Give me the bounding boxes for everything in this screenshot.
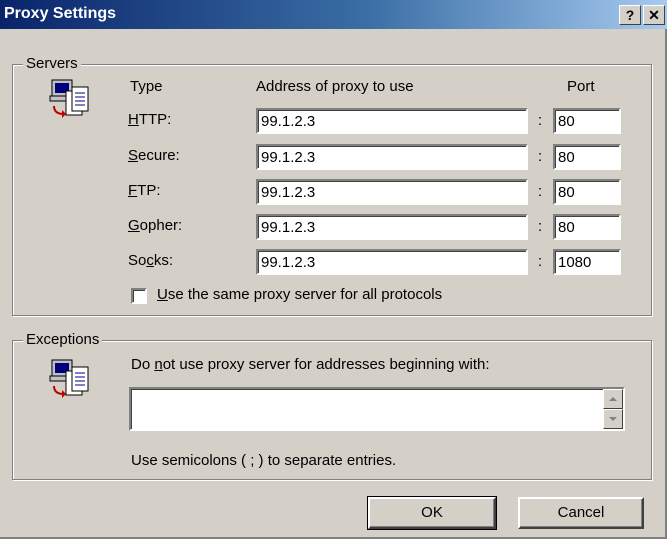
secure-port-input[interactable]: 80 [553,144,621,170]
same-proxy-label[interactable]: Use the same proxy server for all protoc… [157,286,442,303]
socks-label: Socks: [128,252,174,269]
ftp-label: FTP: [128,182,161,199]
http-port-input[interactable]: 80 [553,108,621,134]
socks-port-input[interactable]: 1080 [553,249,621,275]
http-address-input[interactable]: 99.1.2.3 [256,108,528,134]
network-computer-icon [49,79,89,118]
network-computer-icon [49,359,89,398]
close-button[interactable]: ✕ [643,5,665,25]
help-button[interactable]: ? [619,5,641,25]
secure-address-input[interactable]: 99.1.2.3 [256,144,528,170]
column-port: Port [567,78,595,95]
title-bar[interactable]: Proxy Settings ? ✕ [0,0,667,29]
gopher-address-input[interactable]: 99.1.2.3 [256,214,528,240]
http-label: HTTP: [128,111,172,128]
http-colon: : [538,112,543,129]
exceptions-input[interactable] [129,387,625,431]
arrow-up-icon [609,397,617,401]
scroll-up-button[interactable] [603,389,623,409]
ftp-port-input[interactable]: 80 [553,179,621,205]
column-address: Address of proxy to use [256,78,414,95]
window-title: Proxy Settings [4,5,117,22]
socks-colon: : [538,253,543,270]
arrow-down-icon [609,417,617,421]
ftp-address-input[interactable]: 99.1.2.3 [256,179,528,205]
gopher-port-input[interactable]: 80 [553,214,621,240]
secure-label: Secure: [128,147,180,164]
servers-legend: Servers [23,55,81,72]
proxy-settings-dialog: Proxy Settings ? ✕ Servers Type Address … [0,0,667,539]
ftp-colon: : [538,183,543,200]
gopher-label: Gopher: [128,217,183,234]
cancel-button[interactable]: Cancel [518,497,644,529]
gopher-colon: : [538,218,543,235]
exceptions-legend: Exceptions [23,331,103,348]
secure-colon: : [538,148,543,165]
socks-address-input[interactable]: 99.1.2.3 [256,249,528,275]
same-proxy-checkbox[interactable] [131,288,147,304]
column-type: Type [130,78,163,95]
ok-button[interactable]: OK [367,496,497,530]
exceptions-description: Do not use proxy server for addresses be… [131,356,490,373]
exceptions-scrollbar[interactable] [603,389,623,429]
scroll-down-button[interactable] [603,409,623,429]
exceptions-hint: Use semicolons ( ; ) to separate entries… [131,452,397,469]
